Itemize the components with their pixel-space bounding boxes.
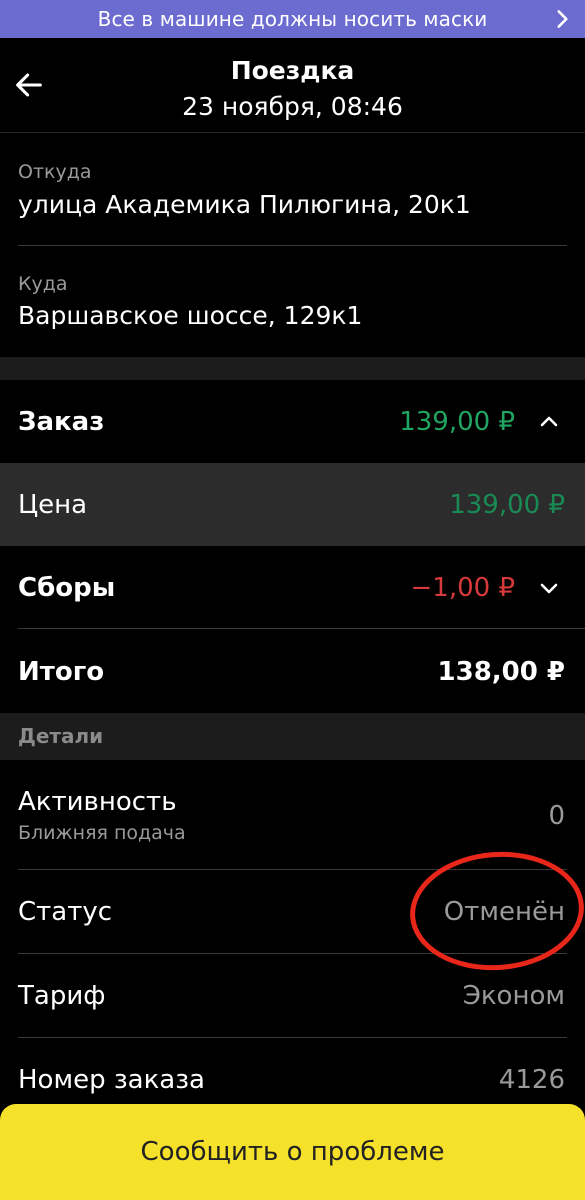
trip-header: Поездка 23 ноября, 08:46 xyxy=(0,38,585,133)
details-title: Детали xyxy=(18,724,104,748)
total-row: Итого 138,00 ₽ xyxy=(0,630,585,713)
trip-datetime: 23 ноября, 08:46 xyxy=(182,92,403,121)
order-number-label: Номер заказа xyxy=(18,1065,205,1095)
activity-sublabel: Ближняя подача xyxy=(18,822,186,844)
total-label: Итого xyxy=(18,656,105,687)
order-row[interactable]: Заказ 139,00 ₽ xyxy=(0,380,585,463)
fees-row[interactable]: Сборы −1,00 ₽ xyxy=(0,546,585,629)
trip-details-screen: Все в машине должны носить маски Поездка… xyxy=(0,0,585,1200)
status-label: Статус xyxy=(18,897,113,927)
section-gap xyxy=(0,357,585,380)
from-label: Откуда xyxy=(18,161,92,183)
route-section: Откуда улица Академика Пилюгина, 20к1 Ку… xyxy=(0,133,585,357)
to-label: Куда xyxy=(18,273,68,295)
activity-label: Активность xyxy=(18,787,177,817)
total-amount: 138,00 ₽ xyxy=(437,656,565,687)
activity-value: 0 xyxy=(548,801,565,831)
order-label: Заказ xyxy=(18,406,105,437)
order-number-value: 4126 xyxy=(498,1065,565,1095)
fees-divider xyxy=(18,628,585,629)
report-problem-button[interactable]: Сообщить о проблеме xyxy=(0,1104,585,1200)
banner-text: Все в машине должны носить маски xyxy=(97,7,488,31)
fees-label: Сборы xyxy=(18,572,116,603)
details-section-header: Детали xyxy=(0,713,585,760)
price-amount: 139,00 ₽ xyxy=(449,489,565,520)
from-address: улица Академика Пилюгина, 20к1 xyxy=(18,190,471,219)
to-address: Варшавское шоссе, 129к1 xyxy=(18,301,363,330)
price-label: Цена xyxy=(18,489,88,520)
tariff-label: Тариф xyxy=(18,981,106,1011)
chevron-right-icon xyxy=(557,10,568,28)
report-problem-label: Сообщить о проблеме xyxy=(140,1137,445,1167)
mask-banner[interactable]: Все в машине должны носить маски xyxy=(0,0,585,38)
chevron-up-icon xyxy=(540,416,558,426)
tariff-value: Эконом xyxy=(462,981,565,1011)
route-divider xyxy=(18,245,567,246)
fees-amount: −1,00 ₽ xyxy=(410,572,515,603)
price-row: Цена 139,00 ₽ xyxy=(0,463,585,546)
page-title: Поездка xyxy=(230,56,355,85)
chevron-down-icon xyxy=(540,583,558,593)
order-number-row: Номер заказа 4126 xyxy=(0,1038,585,1108)
order-amount: 139,00 ₽ xyxy=(399,406,515,437)
